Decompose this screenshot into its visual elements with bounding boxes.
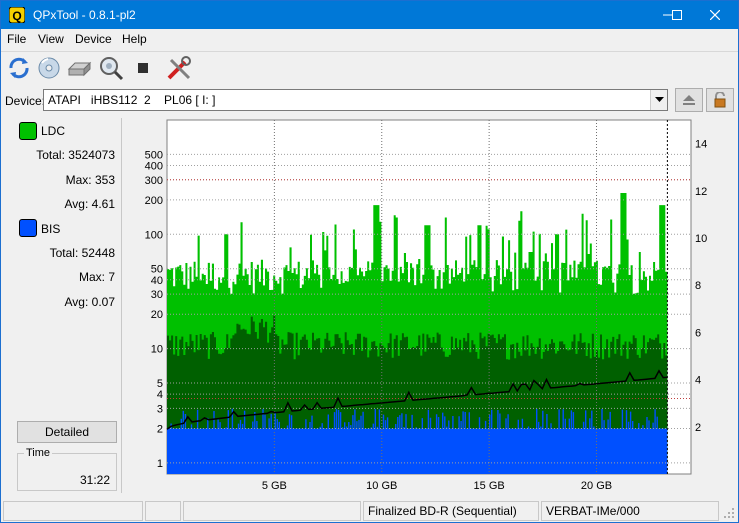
- x-tick-label: 15 GB: [474, 480, 505, 492]
- refresh-button[interactable]: [5, 54, 33, 82]
- disc-info-button[interactable]: [35, 54, 63, 82]
- y-right-tick-label: 14: [695, 139, 707, 151]
- menu-view[interactable]: View: [38, 32, 64, 46]
- drive-icon: [67, 61, 92, 77]
- ldc-avg: Avg: 4.61: [64, 197, 116, 211]
- x-tick-label: 5 GB: [262, 480, 287, 492]
- y-right-tick-label: 12: [695, 186, 707, 198]
- x-tick-label: 10 GB: [366, 480, 397, 492]
- device-label: Device:: [5, 94, 46, 108]
- y-left-tick-label: 200: [145, 195, 163, 207]
- y-left-tick-label: 3: [157, 403, 163, 415]
- y-right-tick-label: 6: [695, 327, 701, 339]
- title-bar: Q QPxTool - 0.8.1-pl2: [1, 1, 738, 29]
- device-value: ATAPI iHBS112 2 PL06 [ I: ]: [48, 93, 216, 107]
- y-right-tick-label: 10: [695, 233, 707, 245]
- y-left-tick-label: 20: [151, 309, 163, 321]
- lock-button[interactable]: [706, 88, 734, 112]
- menu-bar: File View Device Help: [1, 29, 738, 50]
- y-left-tick-label: 50: [151, 264, 163, 276]
- scan-search-button[interactable]: [97, 54, 125, 82]
- y-right-tick-label: 2: [695, 422, 701, 434]
- time-value: 31:22: [79, 473, 110, 487]
- bis-legend-label: BIS: [41, 222, 61, 236]
- x-tick-label: 20 GB: [581, 480, 612, 492]
- detailed-button[interactable]: Detailed: [17, 421, 117, 443]
- y-left-tick-label: 30: [151, 289, 163, 301]
- drive-button[interactable]: [65, 54, 93, 82]
- y-left-tick-label: 1: [157, 458, 163, 470]
- scan-search-icon: [100, 57, 124, 81]
- bis-max: Max: 7: [78, 270, 115, 284]
- y-left-tick-label: 2: [157, 424, 163, 436]
- eject-button[interactable]: [675, 88, 703, 112]
- y-left-tick-label: 10: [151, 344, 163, 356]
- app-window: Q QPxTool - 0.8.1-pl2 File View Device H…: [0, 0, 739, 523]
- tools-button[interactable]: [165, 54, 193, 82]
- chart-panel: 5 GB 10 GB 15 GB 20 GB 1 2 3 4 5 10 20 30 40 50 100 200…: [126, 118, 718, 494]
- bis-total: Total: 52448: [49, 246, 115, 260]
- menu-device[interactable]: Device: [75, 32, 112, 46]
- y-left-tick-label: 500: [145, 149, 163, 161]
- y-left-tick-label: 5: [157, 378, 163, 390]
- status-disc-type: Finalized BD-R (Sequential): [363, 501, 539, 521]
- status-cell-3: [183, 501, 361, 521]
- stop-icon: [138, 63, 148, 73]
- menu-help[interactable]: Help: [122, 32, 147, 46]
- disc-info-icon: [38, 57, 60, 79]
- svg-text:Q: Q: [12, 9, 21, 23]
- status-cell-1: [3, 501, 143, 521]
- lock-icon: [714, 92, 726, 108]
- stop-button[interactable]: [129, 54, 157, 82]
- bis-legend-swatch: [19, 219, 37, 237]
- y-left-tick-label: 40: [151, 275, 163, 287]
- close-button[interactable]: [692, 1, 738, 29]
- time-box: Time 31:22: [17, 447, 117, 491]
- bis-avg: Avg: 0.07: [64, 295, 116, 309]
- y-left-tick-label: 100: [145, 229, 163, 241]
- menu-file[interactable]: File: [7, 32, 26, 46]
- time-label: Time: [24, 447, 53, 459]
- refresh-icon: [9, 57, 29, 79]
- status-media-id: VERBAT-IMe/000: [541, 501, 719, 521]
- quality-chart: 5 GB 10 GB 15 GB 20 GB123451020304050100200…: [145, 119, 707, 492]
- ldc-legend-label: LDC: [41, 124, 66, 138]
- stats-panel: LDC Total: 3524073 Max: 353 Avg: 4.61 BI…: [7, 118, 122, 493]
- eject-icon: [683, 95, 695, 105]
- status-bar: Finalized BD-R (Sequential) VERBAT-IMe/0…: [1, 499, 738, 523]
- bis-series: [167, 428, 668, 474]
- y-right-tick-label: 8: [695, 280, 701, 292]
- close-icon: [710, 10, 720, 20]
- maximize-icon: [672, 10, 682, 20]
- device-bar: Device: ATAPI iHBS112 2 PL06 [ I: ]: [1, 87, 738, 115]
- app-logo-icon: Q: [9, 7, 25, 23]
- y-right-tick-label: 4: [695, 375, 701, 387]
- ldc-total: Total: 3524073: [36, 148, 115, 162]
- window-title: QPxTool - 0.8.1-pl2: [33, 8, 136, 22]
- resize-grip-icon[interactable]: [723, 507, 735, 519]
- tools-icon: [167, 56, 191, 80]
- chevron-down-icon[interactable]: [650, 90, 667, 110]
- y-left-tick-label: 4: [157, 389, 163, 401]
- y-left-tick-label: 300: [145, 175, 163, 187]
- ldc-max: Max: 353: [65, 173, 115, 187]
- status-cell-2: [145, 501, 181, 521]
- device-select[interactable]: ATAPI iHBS112 2 PL06 [ I: ]: [43, 89, 668, 111]
- toolbar: [1, 51, 738, 85]
- y-left-tick-label: 400: [145, 160, 163, 172]
- ldc-legend-swatch: [19, 122, 37, 140]
